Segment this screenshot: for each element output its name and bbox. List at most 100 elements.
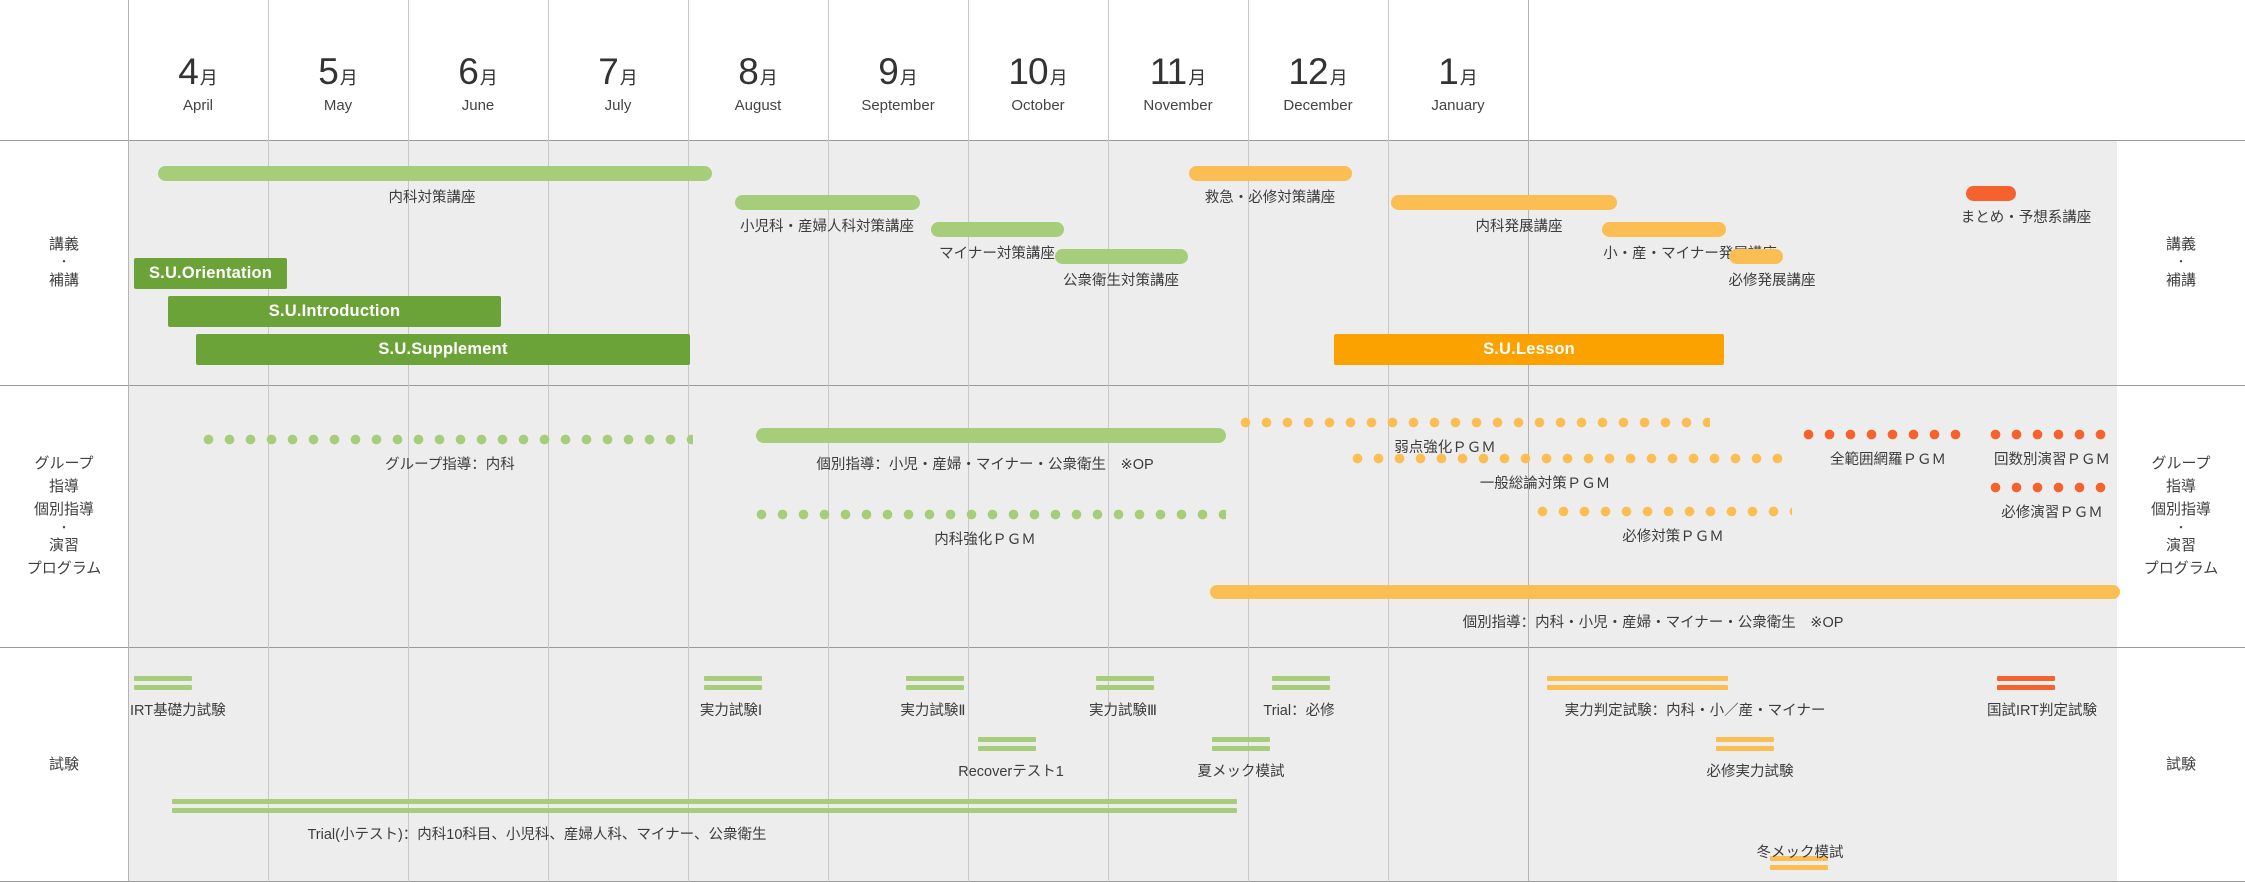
bar-label-shonika-sanfujinka: 小児科・産婦人科対策講座 xyxy=(740,219,914,235)
dots-hisshu-taisaku-pgm xyxy=(1537,506,1792,517)
row-label-line: 個別指導 xyxy=(2150,501,2211,519)
block-label-su-introduction: S.U.Introduction xyxy=(268,302,401,320)
bar-label-naika-hatten: 内科発展講座 xyxy=(1475,219,1563,235)
dots-zenhani-mora-pgm xyxy=(1803,429,1971,440)
row-label-lecture-right: 講義 ・ 補講 xyxy=(2117,140,2245,385)
month-number: 4 xyxy=(178,51,199,92)
month-english: November xyxy=(1143,97,1213,114)
month-number: 9 xyxy=(878,51,899,92)
exam-label-fuyu-mec-moshi: 冬メック模試 xyxy=(1756,845,1844,861)
exam-label-kokushi-irt-hantei: 国試IRT判定試験 xyxy=(1986,703,2098,719)
exam-label-natsu-mec-moshi: 夏メック模試 xyxy=(1197,764,1285,780)
row-label-line: プログラム xyxy=(26,559,102,577)
dots-group-shido-naika xyxy=(203,434,693,445)
row-label-line: グループ xyxy=(34,454,94,472)
month-header-september: 9 月 September xyxy=(828,0,968,140)
month-number: 10 xyxy=(1008,51,1048,92)
exam-marker-jitsuryoku-2 xyxy=(906,676,964,690)
exam-marker-trial-hisshu xyxy=(1272,676,1330,690)
month-kanji: 月 xyxy=(1329,68,1348,88)
month-header-december: 12 月 December xyxy=(1248,0,1388,140)
row-label-line: 指導 xyxy=(2165,478,2196,496)
row-label-line: グループ xyxy=(2151,454,2211,472)
month-number: 11 xyxy=(1149,51,1187,92)
exam-marker-natsu-mec-moshi xyxy=(1212,737,1270,751)
bar-sho-san-minor-hatten xyxy=(1602,222,1726,237)
row-label-program-left: グループ 指導 個別指導 ・ 演習 プログラム xyxy=(0,385,128,647)
block-su-introduction: S.U.Introduction xyxy=(168,296,501,327)
month-number: 12 xyxy=(1288,51,1328,92)
annual-schedule-chart: 4 月 April 5 月 May 6 月 June 7 月 July 8 月 … xyxy=(0,0,2245,882)
month-english: January xyxy=(1431,97,1485,114)
month-kanji: 月 xyxy=(1049,68,1068,88)
month-header-june: 6 月 June xyxy=(408,0,548,140)
exam-label-jitsuryoku-2: 実力試験Ⅱ xyxy=(900,703,966,719)
exam-marker-jitsuryoku-hantei xyxy=(1547,676,1728,690)
month-english: December xyxy=(1283,97,1353,114)
dots-label-hisshu-enshu-pgm: 必修演習ＰＧＭ xyxy=(2001,505,2103,521)
exam-label-recover-test-1: Recoverテスト1 xyxy=(958,764,1064,780)
month-kanji: 月 xyxy=(199,68,218,88)
dots-ippan-soron-pgm xyxy=(1352,453,1792,464)
exam-marker-irt-kisoryoku xyxy=(134,676,192,690)
block-su-orientation: S.U.Orientation xyxy=(134,258,287,289)
bar-minor-taisaku xyxy=(931,222,1064,237)
row-label-line: ・ xyxy=(2175,256,2187,269)
bar-label-hisshu-hatten: 必修発展講座 xyxy=(1728,273,1816,289)
block-su-lesson: S.U.Lesson xyxy=(1334,334,1724,365)
exam-label-jitsuryoku-3: 実力試験Ⅲ xyxy=(1089,703,1157,719)
row-label-line: ・ xyxy=(58,256,70,269)
month-number: 6 xyxy=(458,51,479,92)
row-label-line: 演習 xyxy=(2165,536,2196,554)
dots-naika-kyoka-pgm xyxy=(756,509,1226,520)
exam-label-trial-hisshu: Trial：必修 xyxy=(1263,703,1335,719)
bar-koshueisei-taisaku xyxy=(1055,249,1188,264)
bar-naika-taisaku xyxy=(158,166,712,181)
month-kanji: 月 xyxy=(619,68,638,88)
dots-label-hisshu-taisaku-pgm: 必修対策ＰＧＭ xyxy=(1622,529,1724,545)
hline-row1-bottom xyxy=(0,385,2245,386)
month-english: May xyxy=(323,97,353,114)
row-label-line: 演習 xyxy=(48,536,79,554)
row-label-line: 補講 xyxy=(48,271,79,289)
bar-kobetsu-shido-2 xyxy=(1210,585,2120,599)
month-kanji: 月 xyxy=(1188,68,1207,88)
row-label-line: 個別指導 xyxy=(33,501,94,519)
month-header-november: 11 月 November xyxy=(1108,0,1248,140)
vline-right-axis xyxy=(1528,0,1529,882)
row-label-exam-right: 試験 xyxy=(2117,647,2245,882)
row-label-line: 試験 xyxy=(48,755,79,773)
dots-label-kaisubetsu-enshu-pgm: 回数別演習ＰＧＭ xyxy=(1994,452,2110,468)
exam-marker-trial-shotest xyxy=(172,799,1237,813)
row-label-exam-left: 試験 xyxy=(0,647,128,882)
bar-label-kobetsu-shido-2: 個別指導：内科・小児・産婦・マイナー・公衆衛生 ※OP xyxy=(1462,615,1844,631)
dots-label-group-shido-naika: グループ指導：内科 xyxy=(385,457,515,473)
month-kanji: 月 xyxy=(339,68,358,88)
month-header-july: 7 月 July xyxy=(548,0,688,140)
month-english: July xyxy=(604,97,632,114)
month-header-january: 1 月 January xyxy=(1388,0,1528,140)
exam-label-jitsuryoku-hantei: 実力判定試験：内科・小／産・マイナー xyxy=(1564,703,1826,719)
exam-marker-recover-test-1 xyxy=(978,737,1036,751)
hline-header-bottom xyxy=(0,140,2245,141)
dots-label-ippan-soron-pgm: 一般総論対策ＰＧＭ xyxy=(1479,476,1611,492)
month-number: 7 xyxy=(598,51,619,92)
month-kanji: 月 xyxy=(479,68,498,88)
bar-label-kyukyu-hisshu: 救急・必修対策講座 xyxy=(1204,190,1336,206)
bar-kyukyu-hisshu xyxy=(1189,166,1352,181)
exam-label-jitsuryoku-1: 実力試験Ⅰ xyxy=(699,703,763,719)
month-header-may: 5 月 May xyxy=(268,0,408,140)
dots-jakuten-kyoka-pgm xyxy=(1240,417,1710,428)
bar-naika-hatten xyxy=(1391,195,1617,210)
block-label-su-orientation: S.U.Orientation xyxy=(148,264,273,282)
exam-label-irt-kisoryoku: IRT基礎力試験 xyxy=(130,703,226,719)
exam-label-trial-shotest: Trial(小テスト)：内科10科目、小児科、産婦人科、マイナー、公衆衛生 xyxy=(307,827,767,843)
month-kanji: 月 xyxy=(899,68,918,88)
bar-label-koshueisei-taisaku: 公衆衛生対策講座 xyxy=(1063,273,1179,289)
month-header-august: 8 月 August xyxy=(688,0,828,140)
row-label-program-right: グループ 指導 個別指導 ・ 演習 プログラム xyxy=(2117,385,2245,647)
block-su-supplement: S.U.Supplement xyxy=(196,334,690,365)
month-kanji: 月 xyxy=(1459,68,1478,88)
exam-marker-hisshu-jitsuryoku xyxy=(1716,737,1774,751)
exam-marker-jitsuryoku-3 xyxy=(1096,676,1154,690)
